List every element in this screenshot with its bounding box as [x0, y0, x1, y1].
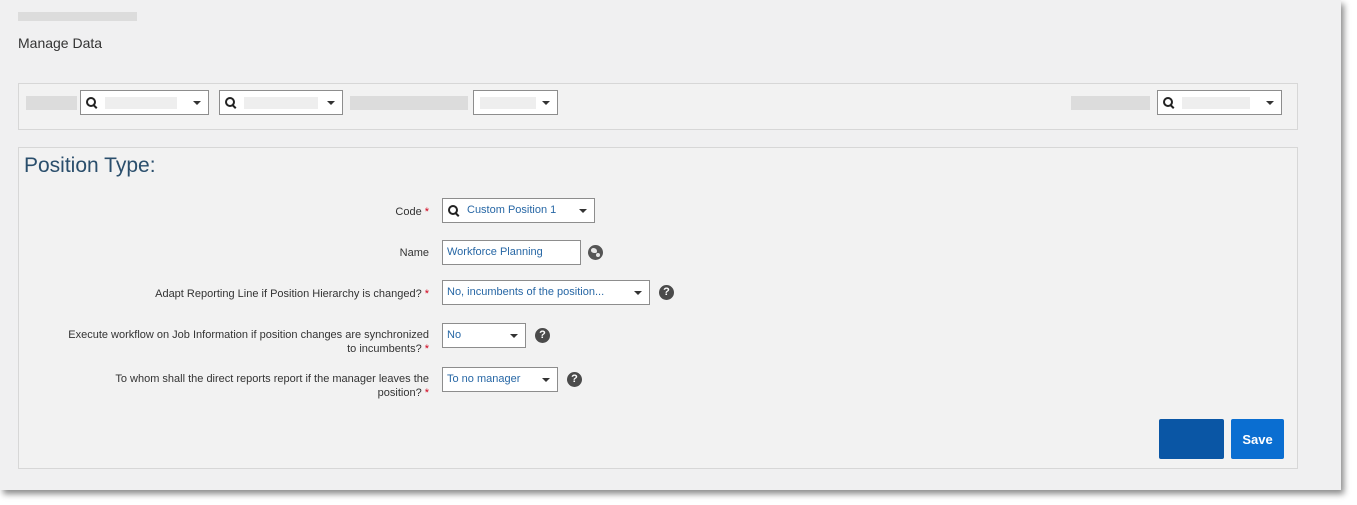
- position-type-form: Position Type: Code * Custom Position 1 N…: [18, 147, 1298, 469]
- chevron-down-icon[interactable]: [579, 209, 587, 213]
- execute-workflow-label: Execute workflow on Job Information if p…: [68, 328, 429, 356]
- execute-workflow-select[interactable]: No: [442, 323, 526, 348]
- filter-label-placeholder: [26, 96, 77, 110]
- chevron-down-icon[interactable]: [1266, 101, 1274, 105]
- direct-reports-value: To no manager: [447, 373, 521, 385]
- search-icon[interactable]: [225, 97, 235, 107]
- filter-toolbar: [18, 83, 1298, 130]
- select-value-placeholder: [480, 97, 536, 109]
- help-icon[interactable]: ?: [567, 372, 582, 387]
- required-marker: *: [424, 387, 429, 399]
- globe-icon[interactable]: [588, 245, 603, 260]
- unlabeled-action-button[interactable]: [1159, 419, 1224, 459]
- required-marker: *: [424, 206, 429, 218]
- execute-workflow-label-line1: Execute workflow on Job Information if p…: [68, 329, 429, 341]
- chevron-down-icon[interactable]: [510, 334, 518, 338]
- chevron-down-icon[interactable]: [193, 101, 201, 105]
- adapt-reporting-label: Adapt Reporting Line if Position Hierarc…: [155, 287, 429, 301]
- name-input[interactable]: Workforce Planning: [442, 240, 581, 265]
- select-value-placeholder: [105, 97, 177, 109]
- select-value-placeholder: [1182, 97, 1250, 109]
- execute-workflow-label-line2: to incumbents?: [347, 343, 422, 355]
- name-label: Name: [400, 246, 429, 260]
- execute-workflow-value: No: [447, 329, 462, 341]
- chevron-down-icon[interactable]: [327, 101, 335, 105]
- help-icon[interactable]: ?: [659, 285, 674, 300]
- breadcrumb: [18, 12, 137, 21]
- adapt-reporting-value: No, incumbents of the position...: [447, 286, 605, 298]
- search-icon[interactable]: [86, 97, 96, 107]
- select-value-placeholder: [244, 97, 318, 109]
- code-label: Code *: [395, 205, 429, 219]
- code-label-text: Code: [395, 206, 422, 218]
- page-title: Manage Data: [18, 35, 103, 51]
- chevron-down-icon[interactable]: [634, 291, 642, 295]
- status-select[interactable]: [473, 90, 558, 115]
- app-window: Manage Data Position Type: Code * Custom…: [0, 0, 1341, 490]
- help-icon[interactable]: ?: [535, 328, 550, 343]
- right-search-select[interactable]: [1157, 90, 1282, 115]
- filter-label-placeholder: [350, 96, 468, 110]
- adapt-reporting-label-text: Adapt Reporting Line if Position Hierarc…: [155, 288, 422, 300]
- object-type-search-select[interactable]: [80, 90, 209, 115]
- name-label-text: Name: [399, 247, 429, 259]
- search-icon[interactable]: [448, 205, 458, 215]
- code-value: Custom Position 1: [467, 204, 557, 216]
- required-marker: *: [424, 343, 429, 355]
- save-button[interactable]: Save: [1231, 419, 1284, 459]
- chevron-down-icon[interactable]: [542, 101, 550, 105]
- object-search-select[interactable]: [219, 90, 343, 115]
- direct-reports-label: To whom shall the direct reports report …: [115, 372, 429, 400]
- section-title: Position Type:: [24, 154, 156, 177]
- direct-reports-label-line2: position?: [377, 387, 422, 399]
- search-icon[interactable]: [1163, 97, 1173, 107]
- required-marker: *: [424, 288, 429, 300]
- direct-reports-label-line1: To whom shall the direct reports report …: [115, 373, 429, 385]
- chevron-down-icon[interactable]: [542, 378, 550, 382]
- adapt-reporting-select[interactable]: No, incumbents of the position...: [442, 280, 650, 305]
- direct-reports-select[interactable]: To no manager: [442, 367, 558, 392]
- code-search-select[interactable]: Custom Position 1: [442, 198, 595, 223]
- filter-label-placeholder: [1071, 96, 1150, 110]
